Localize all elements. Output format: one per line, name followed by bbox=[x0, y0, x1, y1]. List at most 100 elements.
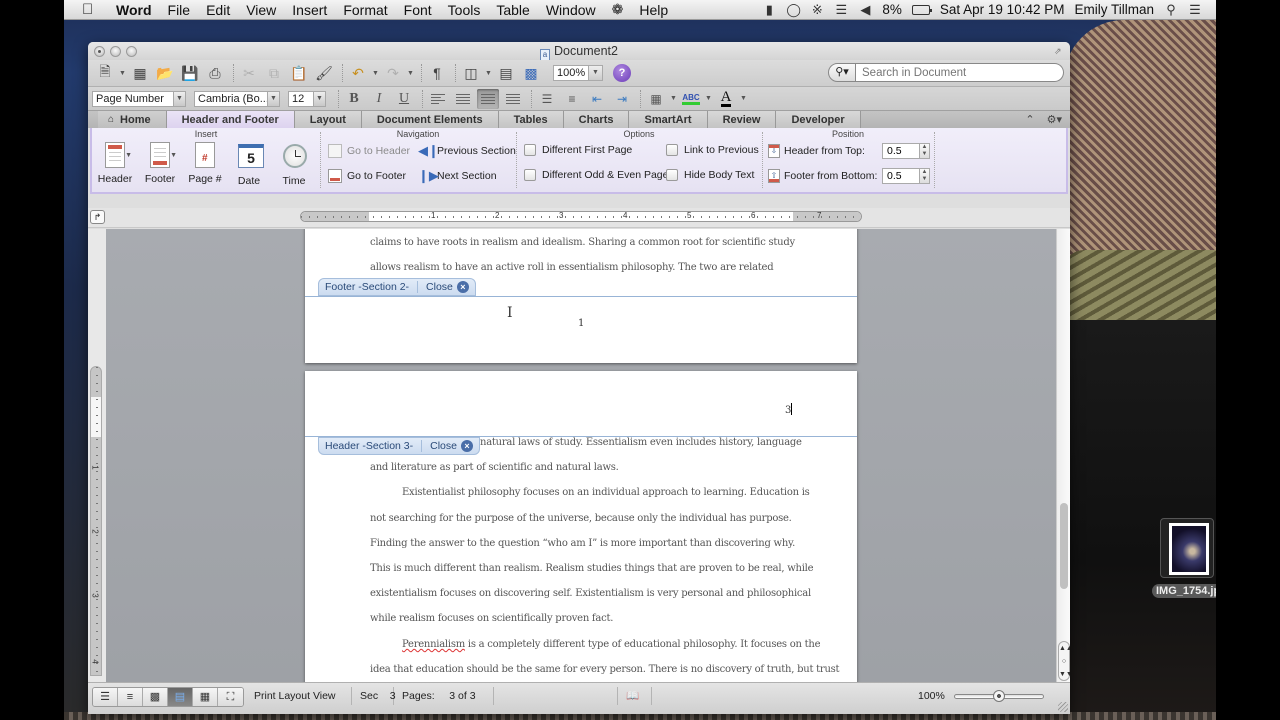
menu-insert[interactable]: Insert bbox=[284, 2, 335, 18]
outline-view-button[interactable]: ≡ bbox=[118, 688, 143, 706]
footer-dropdown-icon[interactable]: ▼ bbox=[170, 152, 177, 159]
wifi-icon[interactable]: ☰ bbox=[834, 2, 848, 18]
page-2[interactable]: claims to have roots in realism and idea… bbox=[305, 229, 857, 363]
misspelled-word[interactable]: Perennialism bbox=[402, 639, 465, 650]
spotlight-search-icon[interactable]: ⚲ bbox=[1164, 2, 1178, 18]
ribbon-settings-icon[interactable]: ⚙▾ bbox=[1047, 113, 1062, 126]
zoom-slider[interactable] bbox=[954, 690, 1044, 702]
insert-page-number-button[interactable]: # Page # bbox=[186, 142, 224, 185]
format-painter-icon[interactable]: 🖌 bbox=[313, 63, 335, 83]
bulleted-list-icon[interactable]: ≡ bbox=[561, 89, 583, 109]
style-dropdown-icon[interactable]: ▼ bbox=[174, 90, 186, 107]
link-to-previous-checkbox[interactable]: Link to Previous bbox=[666, 144, 759, 156]
menu-table[interactable]: Table bbox=[488, 2, 537, 18]
bluetooth-icon[interactable]: ※ bbox=[810, 2, 824, 18]
go-to-footer-button[interactable]: Go to Footer bbox=[328, 169, 406, 183]
insert-footer-button[interactable]: ▼ Footer bbox=[141, 142, 179, 185]
menu-tools[interactable]: Tools bbox=[440, 2, 489, 18]
different-first-page-checkbox[interactable]: Different First Page bbox=[524, 144, 632, 156]
font-select[interactable]: Cambria (Bo... bbox=[194, 90, 268, 107]
highlight-button[interactable]: ABC bbox=[680, 89, 702, 109]
next-page-icon[interactable]: ▼▼ bbox=[1059, 668, 1070, 681]
page-3[interactable]: 3 natural laws of study. Essentialism ev… bbox=[305, 371, 857, 682]
body-line[interactable]: existentialism focuses on discovering se… bbox=[370, 588, 811, 599]
search-options-icon[interactable]: ⚲▾ bbox=[828, 63, 856, 82]
media-browser-icon[interactable]: ▩ bbox=[520, 63, 542, 83]
fullscreen-icon[interactable]: ⇗ bbox=[1054, 46, 1064, 56]
toolbox-icon[interactable]: ▤ bbox=[495, 63, 517, 83]
draft-view-button[interactable]: ☰ bbox=[93, 688, 118, 706]
close-header-icon[interactable]: × bbox=[461, 440, 473, 452]
script-menu-icon[interactable]: ❁ bbox=[604, 1, 632, 18]
underline-button[interactable]: U bbox=[393, 89, 415, 109]
body-line[interactable]: while realism focuses on scientifically … bbox=[370, 613, 613, 624]
header-from-top-input[interactable] bbox=[882, 143, 920, 159]
highlight-dropdown-icon[interactable]: ▼ bbox=[705, 95, 713, 102]
battery-percent[interactable]: 8% bbox=[882, 2, 902, 17]
tab-smartart[interactable]: SmartArt bbox=[629, 111, 708, 128]
redo-icon[interactable]: ↷ bbox=[382, 63, 404, 83]
font-size-select[interactable]: 12 bbox=[288, 90, 314, 107]
cut-icon[interactable]: ✂ bbox=[238, 63, 260, 83]
footer-page-number[interactable]: 1 bbox=[578, 318, 584, 329]
align-right-button[interactable] bbox=[477, 88, 499, 109]
tab-layout[interactable]: Layout bbox=[294, 111, 362, 128]
messages-icon[interactable]: ◯ bbox=[786, 2, 801, 18]
body-line[interactable]: Finding the answer to the question “who … bbox=[370, 538, 795, 549]
close-footer-button[interactable]: Close bbox=[426, 281, 453, 293]
increase-indent-icon[interactable]: ⇥ bbox=[611, 89, 633, 109]
decrease-indent-icon[interactable]: ⇤ bbox=[586, 89, 608, 109]
mouse-icon[interactable]: ▮ bbox=[762, 2, 776, 18]
publishing-layout-view-button[interactable]: ▩ bbox=[143, 688, 168, 706]
body-line[interactable]: This is much different than realism. Rea… bbox=[370, 563, 814, 574]
collapse-ribbon-icon[interactable]: ⌃ bbox=[1025, 113, 1034, 126]
align-left-button[interactable] bbox=[427, 89, 449, 109]
hide-body-text-checkbox[interactable]: Hide Body Text bbox=[666, 169, 754, 181]
zoom-select[interactable]: 100% bbox=[553, 65, 589, 81]
font-dropdown-icon[interactable]: ▼ bbox=[268, 90, 280, 107]
font-color-dropdown-icon[interactable]: ▼ bbox=[740, 95, 748, 102]
footer-from-bottom-stepper[interactable]: ▲ ▼ bbox=[920, 168, 930, 184]
tab-home[interactable]: ⌂ Home bbox=[98, 111, 167, 128]
notification-center-icon[interactable]: ☰ bbox=[1188, 2, 1202, 18]
user-name[interactable]: Emily Tillman bbox=[1074, 2, 1154, 17]
go-to-header-button[interactable]: Go to Header bbox=[328, 144, 410, 158]
menu-font[interactable]: Font bbox=[396, 2, 440, 18]
help-button[interactable]: ? bbox=[613, 64, 631, 82]
sidebar-dropdown-icon[interactable]: ▼ bbox=[485, 70, 493, 77]
style-select[interactable]: Page Number bbox=[92, 90, 174, 107]
menu-app-word[interactable]: Word bbox=[104, 2, 160, 18]
zoom-dropdown-icon[interactable]: ▼ bbox=[589, 65, 603, 81]
body-line[interactable]: Perennialism is a completely different t… bbox=[370, 639, 821, 650]
font-color-button[interactable]: A bbox=[715, 89, 737, 109]
body-line[interactable]: idea that education should be the same f… bbox=[370, 664, 840, 675]
menu-file[interactable]: File bbox=[160, 2, 199, 18]
tab-charts[interactable]: Charts bbox=[563, 111, 630, 128]
menu-edit[interactable]: Edit bbox=[198, 2, 238, 18]
body-line[interactable]: and literature as part of scientific and… bbox=[370, 462, 619, 473]
menu-help[interactable]: Help bbox=[631, 2, 676, 18]
redo-dropdown-icon[interactable]: ▼ bbox=[407, 70, 415, 77]
bold-button[interactable]: B bbox=[343, 89, 365, 109]
menu-view[interactable]: View bbox=[238, 2, 284, 18]
battery-icon[interactable] bbox=[911, 4, 932, 15]
tab-developer[interactable]: Developer bbox=[776, 111, 861, 128]
volume-icon[interactable]: ◀ bbox=[858, 2, 872, 18]
footer-from-bottom-input[interactable] bbox=[882, 168, 920, 184]
browse-object-icon[interactable]: ○ bbox=[1059, 655, 1069, 668]
close-footer-icon[interactable]: × bbox=[456, 281, 469, 293]
insert-date-button[interactable]: 5 Date bbox=[230, 142, 268, 187]
save-icon[interactable]: 💾 bbox=[179, 63, 201, 83]
previous-page-icon[interactable]: ▲▲ bbox=[1059, 642, 1070, 655]
italic-button[interactable]: I bbox=[368, 89, 390, 109]
apple-menu-icon[interactable]:  bbox=[82, 1, 104, 18]
print-layout-view-button[interactable]: ▤ bbox=[168, 688, 193, 706]
desktop-file-icon[interactable]: IMG_1754.jp bbox=[1152, 518, 1216, 598]
body-line[interactable]: natural laws of study. Essentialism even… bbox=[480, 437, 802, 448]
previous-section-button[interactable]: ◀❙ Previous Section bbox=[418, 144, 516, 158]
notebook-layout-view-button[interactable]: ▦ bbox=[193, 688, 218, 706]
font-size-dropdown-icon[interactable]: ▼ bbox=[314, 90, 326, 107]
focus-view-button[interactable]: ⛶ bbox=[218, 688, 243, 706]
paste-icon[interactable]: 📋 bbox=[288, 63, 310, 83]
open-icon[interactable]: 📂 bbox=[154, 63, 176, 83]
